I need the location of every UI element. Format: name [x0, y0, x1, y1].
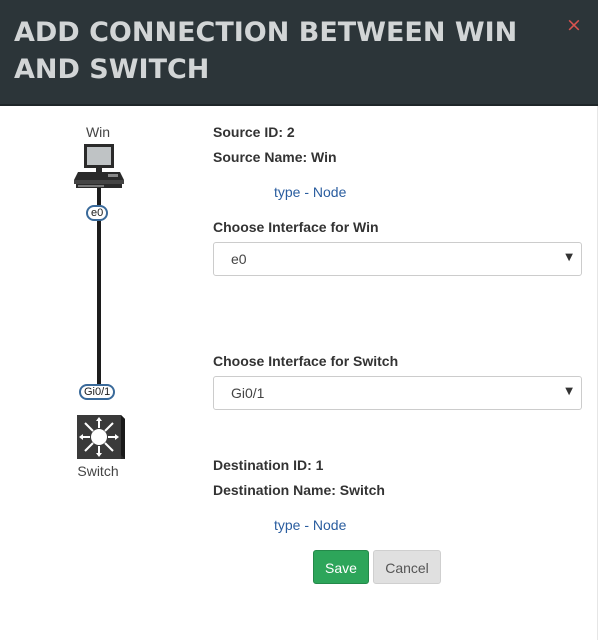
chevron-down-icon: ▼: [565, 386, 573, 397]
destination-type-link[interactable]: type - Node: [274, 517, 346, 533]
dest-interface-select[interactable]: Gi0/1 ▼: [213, 376, 582, 410]
destination-name: Destination Name: Switch: [213, 482, 385, 498]
destination-id: Destination ID: 1: [213, 457, 324, 473]
source-interface-select[interactable]: e0 ▼: [213, 242, 582, 276]
computer-icon: [74, 144, 124, 188]
dest-interface-label: Choose Interface for Switch: [213, 353, 399, 369]
save-button[interactable]: Save: [313, 550, 369, 584]
dialog-header: ADD CONNECTION BETWEEN WIN AND SWITCH ×: [0, 0, 598, 106]
source-id: Source ID: 2: [213, 124, 295, 140]
dest-node-label: Switch: [77, 463, 119, 479]
dest-interface-value: Gi0/1: [231, 385, 265, 401]
cancel-button[interactable]: Cancel: [373, 550, 441, 584]
source-name: Source Name: Win: [213, 149, 337, 165]
source-interface-value: e0: [231, 251, 247, 267]
source-interface-badge: e0: [86, 205, 109, 221]
dialog-title: ADD CONNECTION BETWEEN WIN AND SWITCH: [14, 17, 518, 85]
switch-icon: [77, 415, 125, 459]
source-type-link[interactable]: type - Node: [274, 184, 346, 200]
close-icon[interactable]: ×: [564, 14, 584, 36]
connection-dialog: ADD CONNECTION BETWEEN WIN AND SWITCH × …: [0, 0, 598, 640]
chevron-down-icon: ▼: [565, 252, 573, 263]
source-node-label: Win: [85, 124, 111, 140]
dest-interface-badge: Gi0/1: [79, 384, 116, 400]
source-interface-label: Choose Interface for Win: [213, 219, 379, 235]
